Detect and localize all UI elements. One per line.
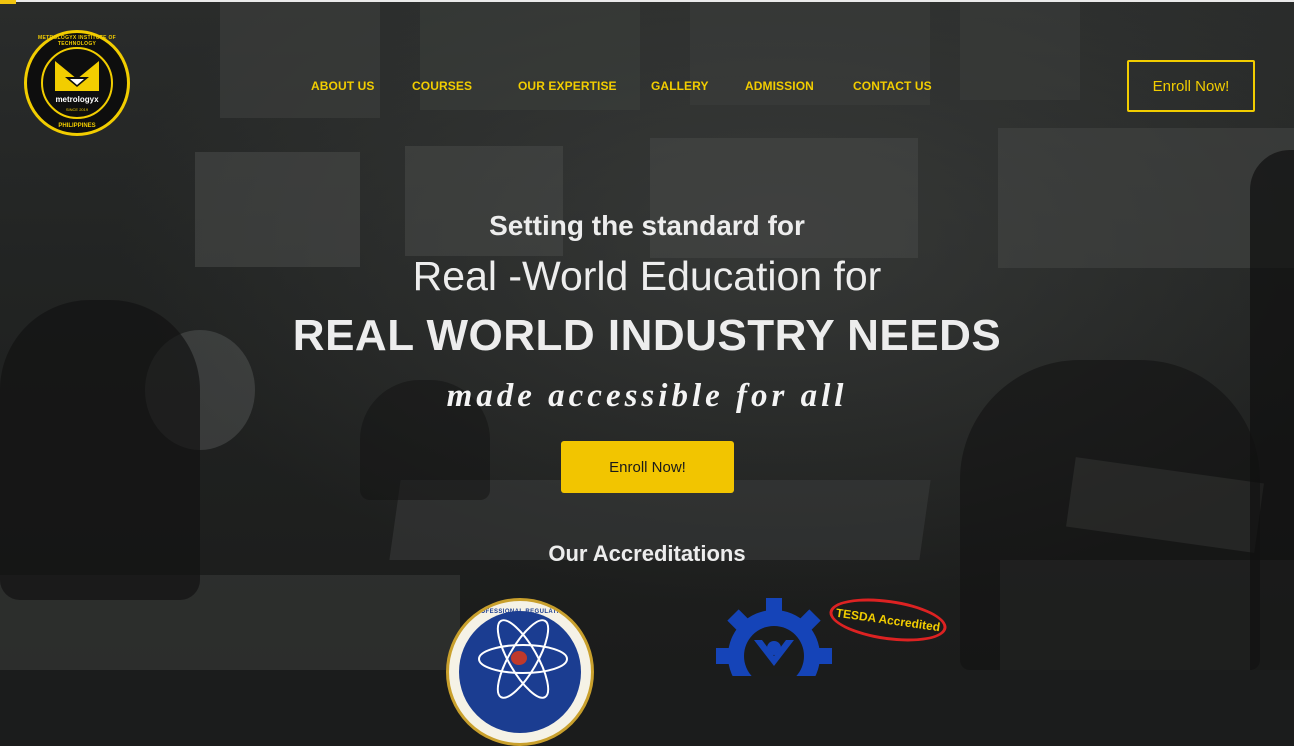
hero-heading-line: Real -World Education for <box>412 253 882 299</box>
header-enroll-button[interactable]: Enroll Now! <box>1127 60 1255 112</box>
prc-seal: PROFESSIONAL REGULATION COMMISSION <box>446 598 594 746</box>
background-poster <box>220 0 380 118</box>
prc-flower-icon <box>511 651 527 665</box>
background-poster <box>420 0 640 110</box>
logo-est: SINCE 2019 <box>65 107 89 112</box>
logo-wordmark: metrologyx <box>55 95 99 104</box>
site-logo[interactable]: METROLOGYX INSTITUTE OF TECHNOLOGY metro… <box>24 30 130 136</box>
nav-contact-us[interactable]: CONTACT US <box>853 79 932 93</box>
hero-subheading: Setting the standard for <box>489 210 805 241</box>
nav-our-expertise[interactable]: OUR EXPERTISE <box>518 79 617 93</box>
nav-about-us[interactable]: ABOUT US <box>311 79 374 93</box>
background-poster <box>960 0 1080 100</box>
hero-tagline: made accessible for all <box>446 378 848 414</box>
accreditations-heading: Our Accreditations <box>548 541 746 566</box>
top-border <box>0 0 1294 2</box>
nav-courses[interactable]: COURSES <box>412 79 472 93</box>
hero-heading-emphasis: REAL WORLD INDUSTRY NEEDS <box>292 311 1002 360</box>
nav-admission[interactable]: ADMISSION <box>745 79 814 93</box>
atom-icon <box>478 619 568 699</box>
top-accent <box>0 0 16 4</box>
hero-enroll-button[interactable]: Enroll Now! <box>561 441 734 493</box>
logo-ring-bottom-text: PHILIPPINES <box>58 123 96 129</box>
tesda-logo-icon <box>716 598 832 676</box>
nav-gallery[interactable]: GALLERY <box>651 79 709 93</box>
logo-ring-text: METROLOGYX INSTITUTE OF TECHNOLOGY <box>37 35 116 47</box>
